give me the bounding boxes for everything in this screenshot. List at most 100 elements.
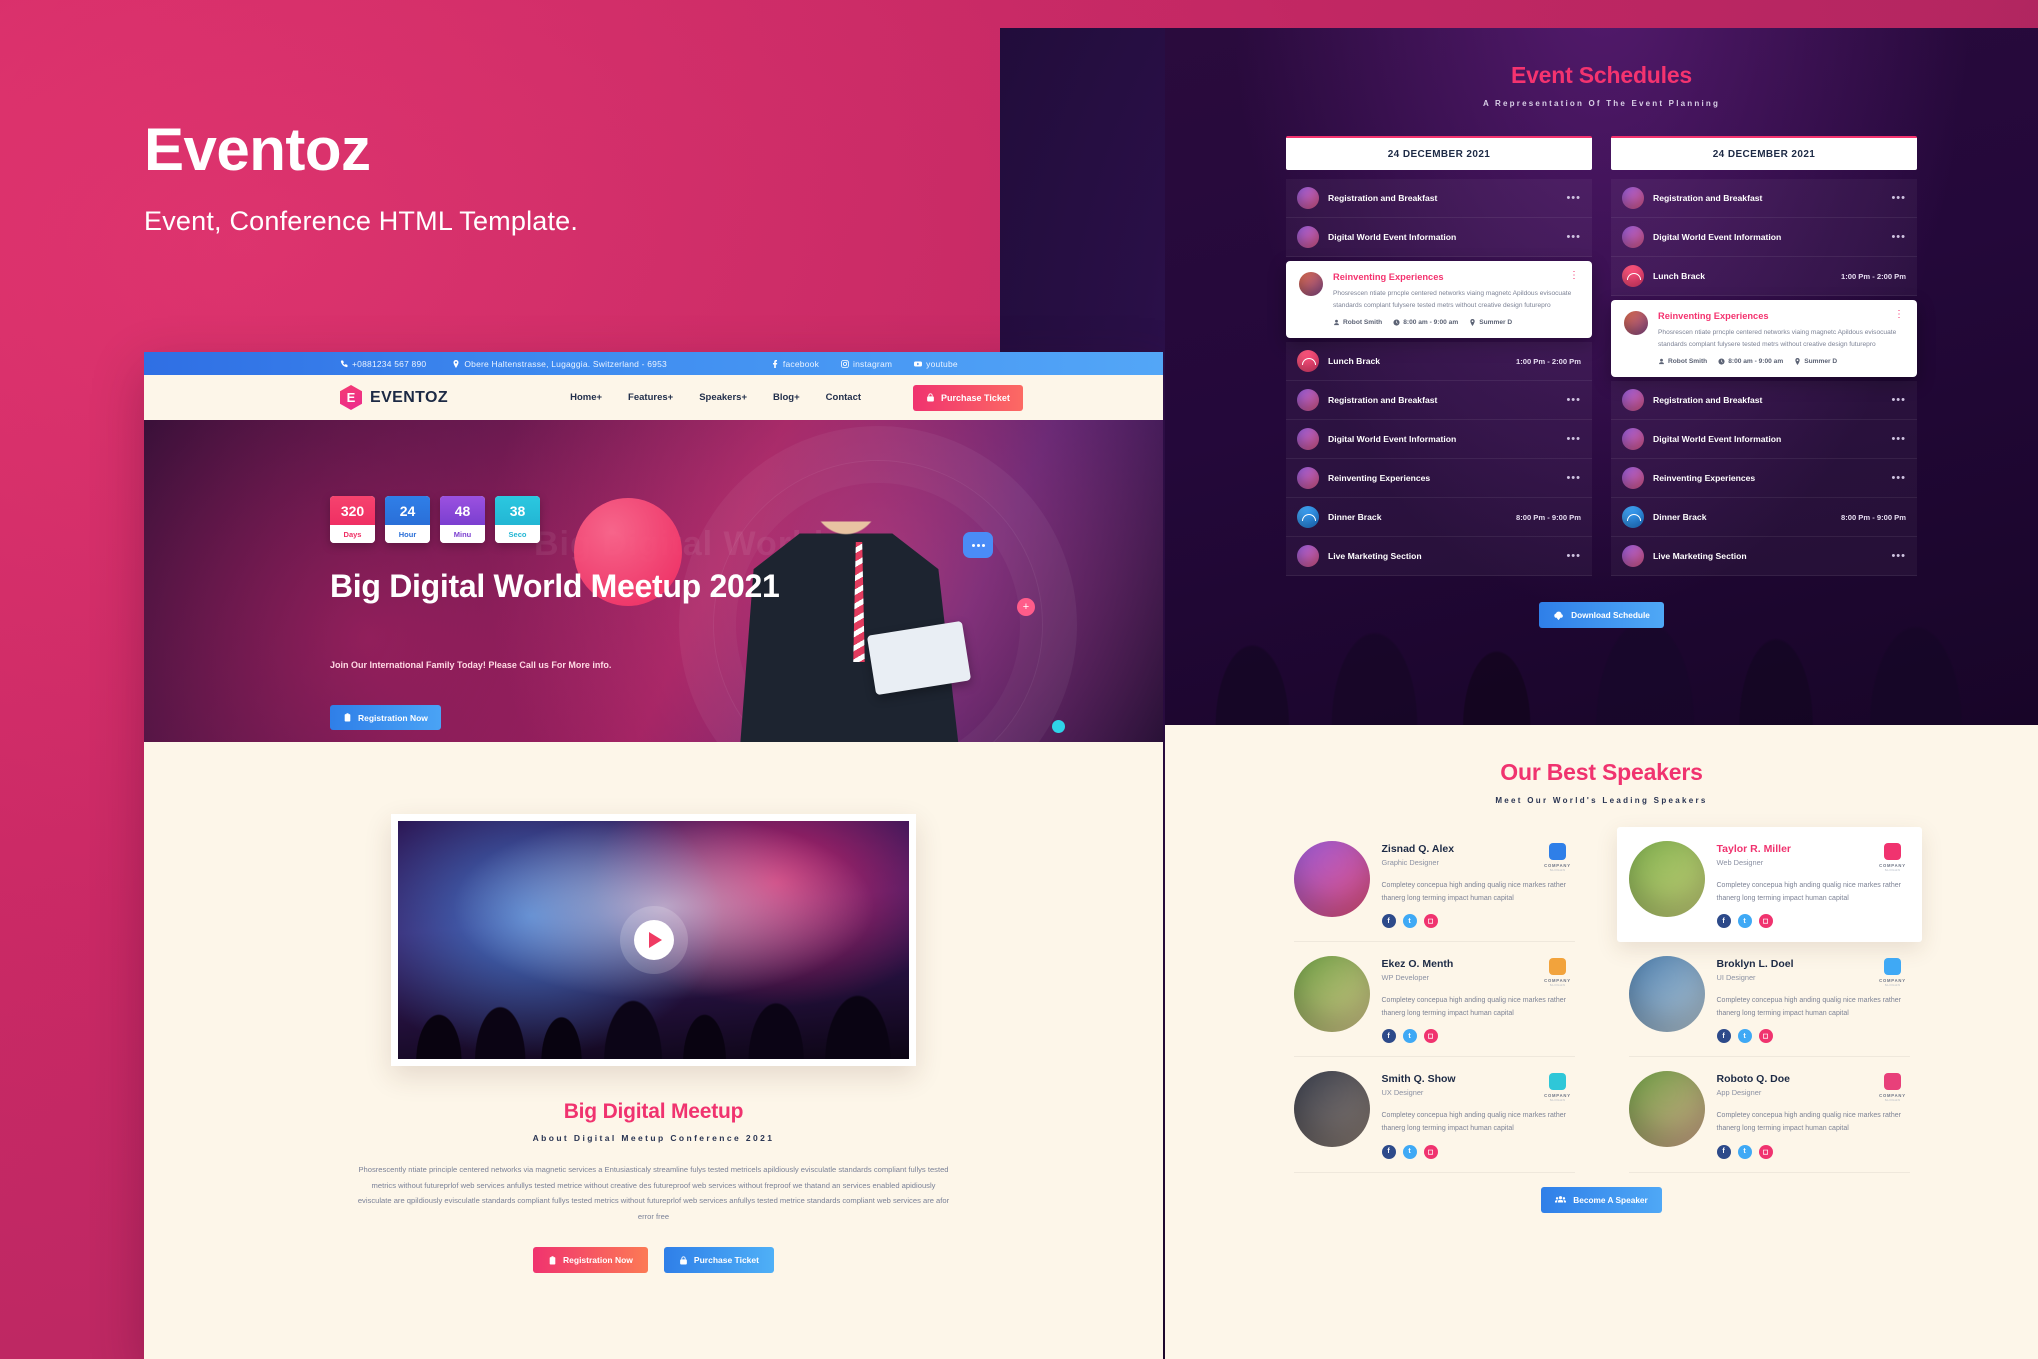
twitter-icon[interactable]: t [1737, 914, 1752, 929]
facebook-icon[interactable]: f [1716, 1029, 1731, 1044]
speakers-grid: Zisnad Q. Alex Graphic Designer COMPANY SLO… [1282, 827, 1922, 1173]
schedule-expanded-card[interactable]: Reinventing Experiences ⋮ Phosrescen ntiat… [1611, 300, 1917, 378]
instagram-icon[interactable]: ◻ [1423, 914, 1438, 929]
schedule-row[interactable]: Reinventing Experiences ••• [1611, 459, 1917, 499]
speaker-card[interactable]: Roboto Q. Doe App Designer COMPANY SLOGAN Co… [1617, 1057, 1922, 1173]
facebook-icon[interactable]: f [1381, 914, 1396, 929]
instagram-icon[interactable]: ◻ [1423, 1144, 1438, 1159]
schedule-row-title: Dinner Brack [1653, 512, 1707, 523]
schedule-card-more-icon[interactable]: ⋮ [1894, 310, 1904, 320]
speaker-socials: f t ◻ [1381, 1029, 1575, 1044]
schedule-row-title: Digital World Event Information [1328, 232, 1457, 242]
about-purchase-button[interactable]: Purchase Ticket [663, 1247, 774, 1274]
schedule-row-title: Registration and Breakfast [1328, 193, 1438, 203]
schedule-expanded-card[interactable]: Reinventing Experiences ⋮ Phosrescen ntiat… [1286, 261, 1592, 339]
topbar-phone[interactable]: +0881234 567 890 [340, 359, 426, 369]
schedule-card-text: Phosrescen ntiate prncple centered netwo… [1658, 329, 1897, 348]
topbar-phone-text: +0881234 567 890 [352, 358, 427, 369]
schedule-row[interactable]: Digital World Event Information ••• [1286, 420, 1592, 460]
schedule-row[interactable]: Digital World Event Information ••• [1611, 420, 1917, 460]
schedule-row-title: Reinventing Experiences [1328, 473, 1431, 484]
schedule-row[interactable]: Lunch Brack 1:00 Pm - 2:00 Pm [1611, 257, 1917, 296]
nav-link-speakers[interactable]: Speakers+ [699, 392, 747, 403]
schedule-date-header: 24 DECEMBER 2021 [1286, 136, 1592, 170]
schedule-row[interactable]: Registration and Breakfast ••• [1286, 179, 1592, 218]
nav-link-contact[interactable]: Contact [826, 392, 861, 403]
facebook-icon[interactable]: f [1716, 1144, 1731, 1159]
schedule-card-more-icon[interactable]: ⋮ [1569, 271, 1579, 281]
instagram-icon[interactable]: ◻ [1758, 914, 1773, 929]
schedule-row[interactable]: Live Marketing Section ••• [1286, 537, 1592, 577]
schedule-row[interactable]: Lunch Brack 1:00 Pm - 2:00 Pm [1286, 342, 1592, 382]
topbar-address[interactable]: Obere Haltenstrasse, Lugaggia. Switzerla… [452, 359, 667, 369]
schedule-row[interactable]: Registration and Breakfast ••• [1286, 381, 1592, 421]
schedule-row[interactable]: Dinner Brack 8:00 Pm - 9:00 Pm [1286, 498, 1592, 538]
speaker-info: Taylor R. Miller Web Designer COMPANY SLOGA… [1716, 841, 1910, 929]
speakers-header: Our Best Speakers Meet Our World's Leadi… [1165, 725, 2038, 805]
speaker-header-row: Smith Q. Show UX Designer COMPANY SLOGAN [1382, 1073, 1575, 1102]
instagram-icon[interactable]: ◻ [1423, 1029, 1438, 1044]
schedule-card-body: Reinventing Experiences ⋮ Phosrescen ntiat… [1333, 271, 1579, 327]
nav-link-features[interactable]: Features+ [628, 392, 673, 403]
speaker-card[interactable]: Smith Q. Show UX Designer COMPANY SLOGAN Com… [1282, 1057, 1587, 1173]
speaker-avatar [1628, 1071, 1705, 1148]
speaker-bio: Completey concepua high anding qualig ni… [1716, 882, 1901, 902]
topbar-social-instagram[interactable]: instagram [841, 359, 892, 369]
schedule-row[interactable]: Registration and Breakfast ••• [1611, 381, 1917, 421]
schedule-card-location-name: Summer D [1804, 358, 1838, 366]
brand-logo[interactable]: E EVENTOZ [340, 385, 448, 410]
schedule-row[interactable]: Registration and Breakfast ••• [1611, 179, 1917, 218]
speaker-card[interactable]: Taylor R. Miller Web Designer COMPANY SLOGA… [1616, 827, 1922, 943]
twitter-icon[interactable]: t [1402, 914, 1417, 929]
countdown-hours: 24 Hour [385, 496, 430, 543]
speaker-card[interactable]: Zisnad Q. Alex Graphic Designer COMPANY SLO… [1282, 827, 1587, 943]
topbar-social-facebook[interactable]: facebook [771, 359, 819, 369]
schedule-row-title: Registration and Breakfast [1653, 395, 1763, 406]
become-a-speaker-button[interactable]: Become A Speaker [1541, 1186, 1662, 1213]
schedule-row-title: Digital World Event Information [1653, 232, 1782, 242]
twitter-icon[interactable]: t [1402, 1144, 1417, 1159]
schedule-row[interactable]: Reinventing Experiences ••• [1286, 459, 1592, 499]
schedule-row-title: Live Marketing Section [1328, 551, 1422, 562]
speaker-card[interactable]: Broklyn L. Doel UI Designer COMPANY SLOGAN C… [1617, 942, 1922, 1058]
nav-link-home[interactable]: Home+ [570, 392, 602, 403]
youtube-icon [914, 361, 923, 366]
schedule-row[interactable]: Digital World Event Information ••• [1611, 218, 1917, 257]
speaker-names: Broklyn L. Doel UI Designer [1717, 958, 1876, 982]
about-purchase-label: Purchase Ticket [693, 1255, 759, 1266]
avatar-man-1 [1297, 187, 1319, 209]
schedule-card-speaker-name: Robot Smith [1343, 319, 1383, 327]
hero-heading: Big Digital World Meetup 2021 [330, 568, 780, 604]
twitter-icon[interactable]: t [1402, 1029, 1417, 1044]
hero-registration-button[interactable]: Registration Now [330, 705, 441, 730]
schedules-panel: Event Schedules A Representation Of The … [1165, 28, 2038, 725]
speaker-card[interactable]: Ekez O. Menth WP Developer COMPANY SLOGAN Co… [1282, 942, 1587, 1058]
schedule-row[interactable]: Dinner Brack 8:00 Pm - 9:00 Pm [1611, 498, 1917, 538]
schedule-card-location: Summer D [1794, 358, 1838, 366]
purchase-ticket-button[interactable]: Purchase Ticket [913, 384, 1023, 411]
lock-ticket-icon [927, 393, 934, 402]
speaker-header-row: Zisnad Q. Alex Graphic Designer COMPANY SLO… [1382, 843, 1575, 872]
countdown-timer: 320 Days 24 Hour 48 Minu 38 Seco [330, 496, 540, 543]
schedules-subtitle: A Representation Of The Event Planning [1482, 99, 1721, 108]
video-player[interactable] [391, 814, 916, 1066]
twitter-icon[interactable]: t [1737, 1029, 1752, 1044]
instagram-icon[interactable]: ◻ [1758, 1029, 1773, 1044]
facebook-icon[interactable]: f [1381, 1029, 1396, 1044]
download-schedule-button[interactable]: Download Schedule [1539, 602, 1664, 629]
twitter-icon[interactable]: t [1737, 1144, 1752, 1159]
schedule-row[interactable]: Digital World Event Information ••• [1286, 218, 1592, 257]
schedule-row[interactable]: Live Marketing Section ••• [1611, 537, 1917, 577]
instagram-icon[interactable]: ◻ [1758, 1144, 1773, 1159]
facebook-icon[interactable]: f [1716, 914, 1731, 929]
brand-hexagon-icon: E [340, 385, 362, 410]
nav-link-blog[interactable]: Blog+ [773, 392, 800, 403]
video-play-button[interactable] [633, 920, 674, 960]
speaker-socials: f t ◻ [1381, 914, 1575, 929]
about-registration-button[interactable]: Registration Now [533, 1247, 648, 1274]
topbar-social-youtube[interactable]: youtube [914, 359, 958, 369]
user-icon [1334, 319, 1339, 326]
schedule-card-time: 8:00 am - 9:00 am [1718, 358, 1783, 365]
speaker-info: Smith Q. Show UX Designer COMPANY SLOGAN Com… [1381, 1071, 1575, 1159]
facebook-icon[interactable]: f [1381, 1144, 1396, 1159]
